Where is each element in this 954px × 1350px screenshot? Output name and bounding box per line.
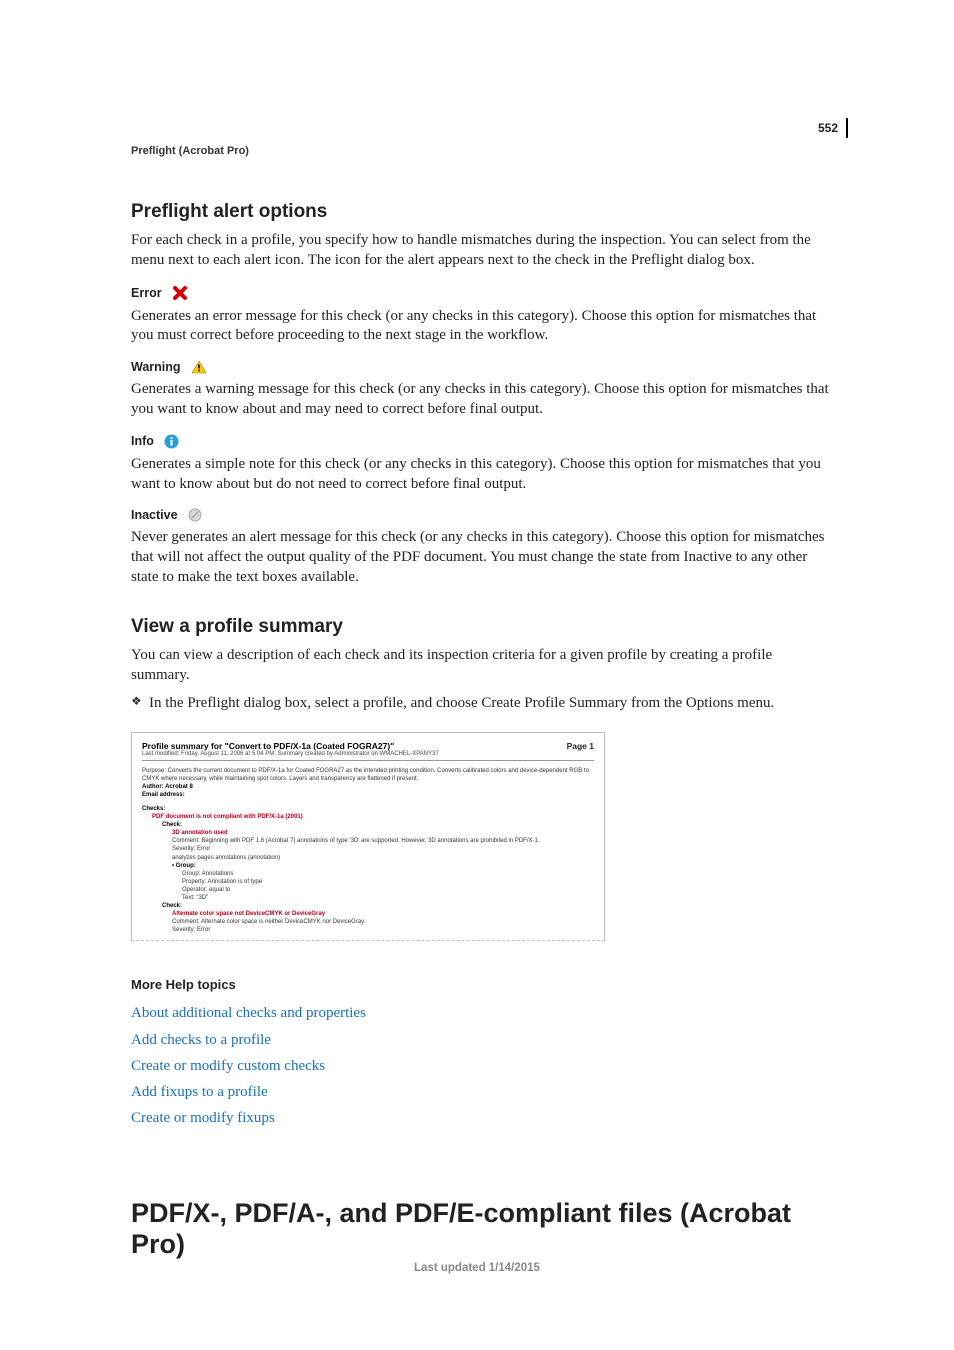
option-inactive-row: Inactive: [131, 508, 831, 522]
option-info-desc: Generates a simple note for this check (…: [131, 455, 831, 495]
help-link-modify-fixups[interactable]: Create or modify fixups: [131, 1105, 831, 1131]
page-number: 552: [818, 121, 838, 135]
figure-severity-2: Severity: Error: [142, 926, 594, 934]
heading-pdfx-pdfa-pdfe: PDF/X-, PDF/A-, and PDF/E-compliant file…: [131, 1198, 831, 1260]
option-error-row: Error: [131, 285, 831, 301]
option-warning-label: Warning: [131, 360, 181, 374]
page-number-wrap: 552: [818, 118, 848, 138]
figure-operator: Operator: equal to: [142, 886, 594, 894]
help-link-add-checks[interactable]: Add checks to a profile: [131, 1027, 831, 1053]
figure-alt-color: Alternate color space not DeviceCMYK or …: [142, 910, 594, 918]
more-help-heading: More Help topics: [131, 977, 831, 992]
figure-author: Author: Acrobat 8: [142, 783, 594, 791]
page-content: Preflight (Acrobat Pro) Preflight alert …: [131, 145, 831, 1260]
figure-property: Property: Annotation is of type: [142, 878, 594, 886]
figure-check-label-1: Check:: [142, 821, 594, 829]
option-info-label: Info: [131, 434, 154, 448]
view-profile-intro: You can view a description of each check…: [131, 646, 831, 686]
figure-email: Email address:: [142, 791, 594, 799]
running-head: Preflight (Acrobat Pro): [131, 145, 831, 157]
option-warning-desc: Generates a warning message for this che…: [131, 380, 831, 420]
figure-check-label-2: Check:: [142, 902, 594, 910]
figure-3d-comment: Comment: Beginning with PDF 1.6 (Acrobat…: [142, 837, 594, 845]
footer-last-updated: Last updated 1/14/2015: [0, 1262, 954, 1274]
intro-paragraph: For each check in a profile, you specify…: [131, 231, 831, 271]
figure-severity-1: Severity: Error: [142, 845, 594, 853]
heading-view-profile-summary: View a profile summary: [131, 616, 831, 638]
figure-checks-label: Checks:: [142, 805, 594, 813]
error-icon: [172, 285, 188, 301]
figure-3d-annotation: 3D annotation used: [142, 829, 594, 837]
inactive-icon: [188, 508, 202, 522]
figure-group-label: • Group:: [142, 862, 594, 870]
figure-pdf-not-compliant: PDF document is not compliant with PDF/X…: [142, 813, 594, 821]
figure-alt-comment: Comment: Alternate color space is neithe…: [142, 918, 594, 926]
heading-preflight-alert-options: Preflight alert options: [131, 201, 831, 223]
option-error-desc: Generates an error message for this chec…: [131, 307, 831, 347]
figure-subtitle: Last modified: Friday, August 11, 2006 a…: [142, 751, 594, 761]
help-link-custom-checks[interactable]: Create or modify custom checks: [131, 1053, 831, 1079]
figure-purpose: Purpose: Converts the current document t…: [142, 767, 594, 783]
figure-page: Page 1: [567, 741, 594, 751]
figure-analyzes: analyzes pages annotations (annotation): [142, 854, 594, 862]
profile-summary-figure: Profile summary for "Convert to PDF/X-1a…: [131, 732, 605, 942]
figure-text-3d: Text: "3D": [142, 894, 594, 902]
option-error-label: Error: [131, 286, 162, 300]
option-warning-row: Warning: [131, 360, 831, 374]
help-link-add-fixups[interactable]: Add fixups to a profile: [131, 1079, 831, 1105]
help-link-additional-checks[interactable]: About additional checks and properties: [131, 1000, 831, 1026]
option-info-row: Info: [131, 434, 831, 449]
option-inactive-desc: Never generates an alert message for thi…: [131, 528, 831, 587]
view-profile-step: In the Preflight dialog box, select a pr…: [131, 693, 831, 713]
view-profile-steps: In the Preflight dialog box, select a pr…: [131, 693, 831, 713]
option-inactive-label: Inactive: [131, 508, 178, 522]
warning-icon: [191, 360, 207, 374]
info-icon: [164, 434, 179, 449]
figure-group-annotations: Group: Annotations: [142, 870, 594, 878]
figure-title: Profile summary for "Convert to PDF/X-1a…: [142, 741, 394, 751]
